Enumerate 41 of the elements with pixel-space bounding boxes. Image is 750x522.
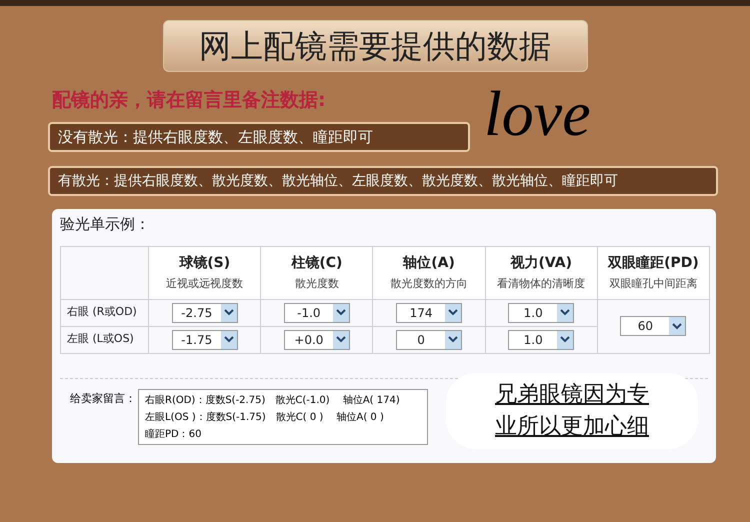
message-line: 瞳距PD：60 bbox=[145, 428, 202, 442]
message-line: 左眼L(OS )：度数S(-1.75) 散光C( 0 ) 轴位A( 0 ) bbox=[145, 410, 384, 424]
column-title: 双眼瞳距(PD) bbox=[606, 254, 700, 273]
caret-icon bbox=[557, 304, 574, 322]
column-hint: 散光度数 bbox=[294, 276, 340, 292]
column-hint: 看清物体的清晰度 bbox=[496, 276, 586, 292]
dropdown[interactable]: 174 bbox=[396, 302, 462, 322]
column-hint: 散光度数的方向 bbox=[390, 276, 469, 292]
caret-icon bbox=[445, 330, 462, 348]
caret-icon bbox=[557, 330, 574, 348]
title-banner: 网上配镜需要提供的数据 bbox=[162, 20, 588, 72]
dropdown[interactable]: -1.0 bbox=[284, 302, 350, 322]
form-heading: 验光单示例： bbox=[60, 214, 151, 235]
slogan-line: 兄弟眼镜因为专 bbox=[495, 380, 649, 408]
caret-icon bbox=[332, 330, 349, 348]
signature: love bbox=[484, 82, 591, 146]
dropdown[interactable]: 1.0 bbox=[508, 302, 574, 322]
caret-icon bbox=[220, 330, 237, 348]
note-banner: 没有散光：提供右眼度数、左眼度数、瞳距即可 bbox=[48, 122, 470, 152]
row-label: 左眼 (L或OS) bbox=[60, 326, 149, 353]
dropdown[interactable]: -1.75 bbox=[172, 330, 238, 350]
message-line: 右眼R(OD)：度数S(-2.75) 散光C(-1.0) 轴位A( 174) bbox=[145, 394, 400, 408]
column-hint: 双眼瞳孔中间距离 bbox=[608, 276, 698, 292]
dropdown[interactable]: -2.75 bbox=[172, 302, 238, 322]
caret-icon bbox=[332, 304, 349, 322]
subtitle: 配镜的亲，请在留言里备注数据: bbox=[52, 88, 327, 112]
dropdown[interactable]: +0.0 bbox=[284, 330, 350, 350]
caret-icon bbox=[220, 304, 237, 322]
caret-icon bbox=[669, 317, 686, 335]
column-title: 轴位(A) bbox=[402, 254, 456, 273]
note-banner: 有散光：提供右眼度数、散光度数、散光轴位、左眼度数、散光度数、散光轴位、瞳距即可 bbox=[48, 166, 718, 196]
column-hint: 近视或远视度数 bbox=[165, 276, 244, 292]
caret-icon bbox=[445, 304, 462, 322]
message-label: 给卖家留言： bbox=[70, 390, 137, 406]
dropdown[interactable]: 0 bbox=[396, 330, 462, 350]
row-label: 右眼 (R或OD) bbox=[60, 299, 149, 326]
dropdown[interactable]: 1.0 bbox=[508, 330, 574, 350]
column-title: 球镜(S) bbox=[178, 254, 232, 273]
dropdown[interactable]: 60 bbox=[620, 316, 686, 336]
column-title: 柱镜(C) bbox=[290, 254, 344, 273]
column-title: 视力(VA) bbox=[509, 254, 573, 273]
